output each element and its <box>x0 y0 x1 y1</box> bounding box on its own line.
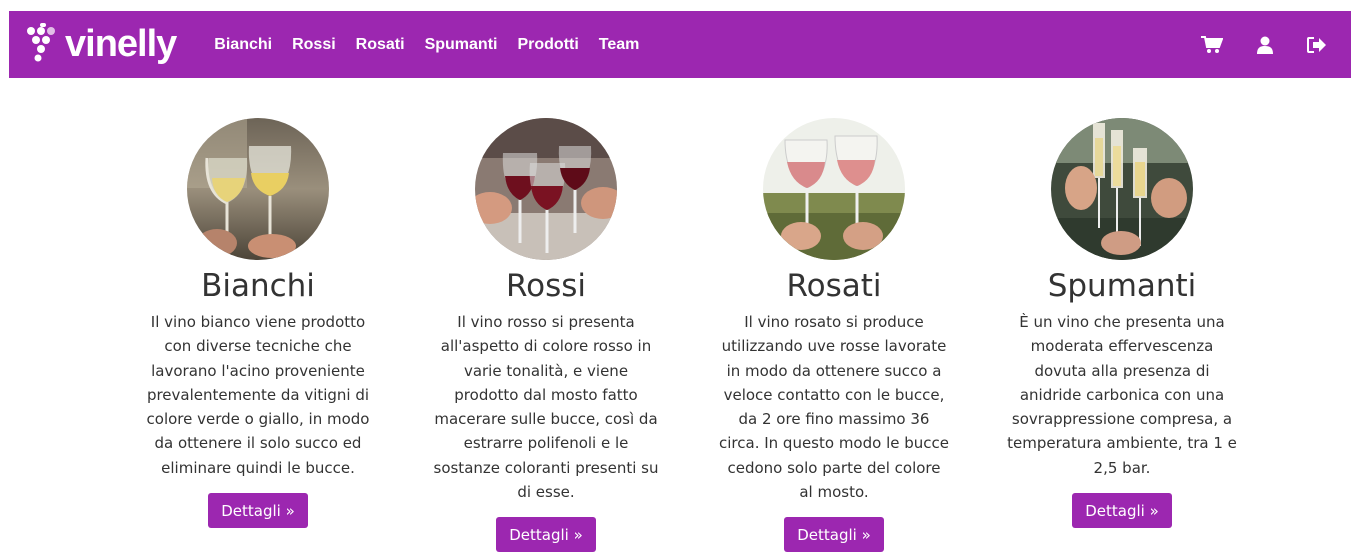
sparkling-wine-toast-photo <box>1051 118 1193 260</box>
brand-logo[interactable]: vinelly <box>27 22 177 67</box>
details-button[interactable]: Dettagli » <box>208 493 308 529</box>
details-button[interactable]: Dettagli » <box>496 517 596 552</box>
nav-actions <box>1167 35 1327 54</box>
card-bianchi: Bianchi Il vino bianco viene prodotto co… <box>143 118 373 529</box>
logout-icon[interactable] <box>1307 36 1327 54</box>
details-button[interactable]: Dettagli » <box>784 517 884 552</box>
nav-link-rosati[interactable]: Rosati <box>356 36 405 54</box>
card-title: Spumanti <box>1047 268 1197 304</box>
grape-logo-icon <box>27 22 59 67</box>
card-title: Rosati <box>786 268 882 304</box>
card-rosati: Rosati Il vino rosato si produce utilizz… <box>719 118 949 552</box>
card-title: Bianchi <box>201 268 315 304</box>
details-button[interactable]: Dettagli » <box>1072 493 1172 529</box>
nav-links: Bianchi Rossi Rosati Spumanti Prodotti T… <box>214 36 659 54</box>
card-description: Il vino rosato si produce utilizzando uv… <box>719 313 949 502</box>
user-icon[interactable] <box>1257 36 1273 54</box>
white-wine-glasses-photo <box>187 118 329 260</box>
cart-icon[interactable] <box>1201 35 1223 54</box>
nav-link-bianchi[interactable]: Bianchi <box>214 36 272 54</box>
nav-link-spumanti[interactable]: Spumanti <box>425 36 498 54</box>
brand-name: vinelly <box>65 23 177 65</box>
nav-link-prodotti[interactable]: Prodotti <box>517 36 578 54</box>
rose-wine-toast-photo <box>763 118 905 260</box>
card-description: Il vino rosso si presenta all'aspetto di… <box>433 313 659 502</box>
red-wine-toast-photo <box>475 118 617 260</box>
top-navbar: vinelly Bianchi Rossi Rosati Spumanti Pr… <box>9 11 1351 78</box>
card-spumanti: Spumanti È un vino che presenta una mode… <box>1007 118 1237 529</box>
card-title: Rossi <box>505 268 587 304</box>
nav-link-team[interactable]: Team <box>599 36 640 54</box>
card-description: Il vino bianco viene prodotto con divers… <box>146 313 370 477</box>
card-rossi: Rossi Il vino rosso si presenta all'aspe… <box>431 118 661 552</box>
card-description: È un vino che presenta una moderata effe… <box>1007 313 1237 477</box>
nav-link-rossi[interactable]: Rossi <box>292 36 336 54</box>
